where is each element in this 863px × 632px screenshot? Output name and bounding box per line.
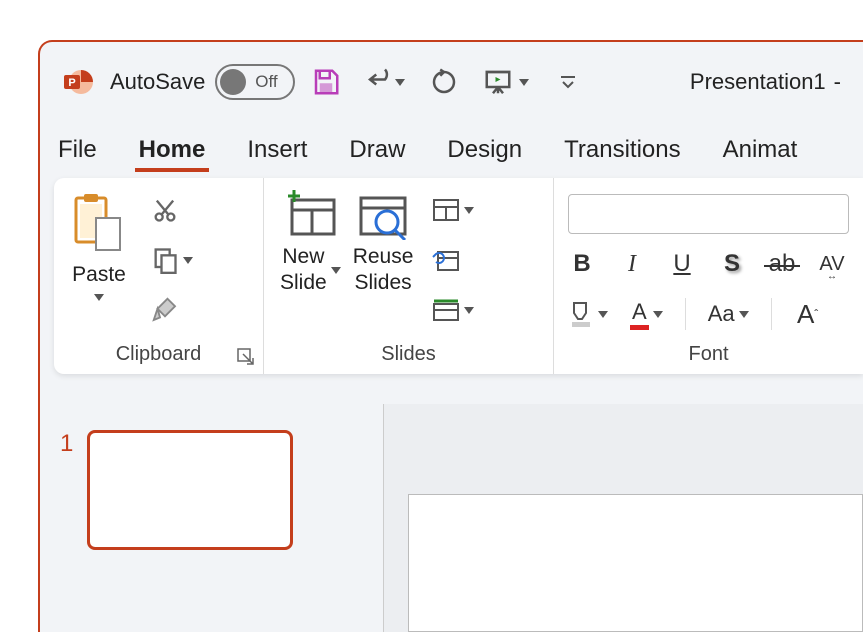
slide-number: 1 bbox=[60, 430, 73, 458]
layout-button[interactable] bbox=[423, 190, 483, 230]
autosave-label: AutoSave bbox=[110, 69, 205, 95]
reuse-slides-button[interactable]: Reuse Slides bbox=[347, 186, 420, 301]
document-title[interactable]: Presentation1 - bbox=[690, 69, 841, 95]
group-clipboard: Paste Clipboard bbox=[54, 178, 264, 374]
highlight-icon bbox=[568, 299, 594, 329]
autosave-state: Off bbox=[246, 72, 290, 92]
new-slide-icon bbox=[282, 190, 338, 240]
new-slide-label: New Slide bbox=[280, 244, 327, 297]
bold-button[interactable]: B bbox=[568, 250, 596, 278]
title-bar: P AutoSave Off bbox=[40, 42, 863, 122]
char-spacing-button[interactable]: AV ↔ bbox=[818, 253, 846, 276]
tab-design[interactable]: Design bbox=[443, 130, 526, 172]
paste-label: Paste bbox=[72, 262, 126, 288]
font-group-label: Font bbox=[554, 339, 863, 374]
tab-home[interactable]: Home bbox=[135, 130, 210, 172]
section-button[interactable] bbox=[423, 290, 483, 330]
cut-button[interactable] bbox=[142, 190, 188, 230]
underline-button[interactable]: U bbox=[668, 250, 696, 278]
separator bbox=[771, 298, 772, 330]
save-button[interactable] bbox=[311, 67, 341, 97]
font-name-input[interactable] bbox=[568, 194, 849, 234]
reuse-slides-label: Reuse Slides bbox=[353, 244, 414, 297]
paste-button[interactable]: Paste bbox=[64, 186, 134, 305]
group-slides: New Slide Reuse Slides bbox=[264, 178, 554, 374]
autosave-control: AutoSave Off bbox=[110, 64, 295, 100]
present-dropdown-icon bbox=[519, 79, 529, 86]
tab-draw[interactable]: Draw bbox=[345, 130, 409, 172]
layout-dropdown-icon bbox=[464, 207, 474, 214]
slide-canvas-area bbox=[384, 404, 863, 632]
tab-transitions[interactable]: Transitions bbox=[560, 130, 684, 172]
slide-canvas[interactable] bbox=[408, 494, 863, 632]
slide-thumbnail-panel[interactable]: 1 bbox=[40, 404, 384, 632]
redo-button[interactable] bbox=[429, 67, 459, 97]
separator bbox=[685, 298, 686, 330]
case-dropdown-icon bbox=[739, 311, 749, 318]
svg-text:P: P bbox=[68, 77, 75, 89]
tab-insert[interactable]: Insert bbox=[243, 130, 311, 172]
customize-qat-button[interactable] bbox=[559, 73, 577, 91]
paintbrush-icon bbox=[150, 295, 180, 325]
undo-button[interactable] bbox=[365, 67, 405, 97]
undo-dropdown-icon bbox=[395, 79, 405, 86]
grow-font-button[interactable]: Aˆ bbox=[794, 299, 822, 330]
workspace: 1 bbox=[40, 404, 863, 632]
copy-button[interactable] bbox=[142, 240, 202, 280]
highlight-button[interactable] bbox=[568, 299, 608, 329]
paste-icon bbox=[70, 190, 128, 258]
section-dropdown-icon bbox=[464, 307, 474, 314]
autosave-toggle[interactable]: Off bbox=[215, 64, 295, 100]
copy-dropdown-icon bbox=[183, 257, 193, 264]
layout-icon bbox=[432, 198, 460, 222]
quick-access-toolbar bbox=[311, 67, 577, 97]
group-font: B I U S ab AV ↔ A bbox=[554, 178, 863, 374]
reset-button[interactable] bbox=[423, 240, 469, 280]
present-button[interactable] bbox=[483, 67, 529, 97]
ribbon-tabs: File Home Insert Draw Design Transitions… bbox=[40, 122, 863, 172]
clipboard-group-label: Clipboard bbox=[54, 339, 263, 374]
section-icon bbox=[432, 298, 460, 322]
new-slide-button[interactable]: New Slide bbox=[274, 186, 347, 301]
change-case-button[interactable]: Aa bbox=[708, 301, 749, 327]
reset-icon bbox=[432, 248, 460, 272]
shadow-button[interactable]: S bbox=[718, 250, 746, 278]
powerpoint-icon: P bbox=[62, 66, 94, 98]
highlight-dropdown-icon bbox=[598, 311, 608, 318]
tab-animations[interactable]: Animat bbox=[719, 130, 802, 172]
toggle-knob bbox=[220, 69, 246, 95]
format-painter-button[interactable] bbox=[142, 290, 188, 330]
strikethrough-button[interactable]: ab bbox=[768, 250, 796, 278]
paste-dropdown-icon[interactable] bbox=[94, 294, 104, 301]
title-separator: - bbox=[834, 69, 841, 95]
tab-file[interactable]: File bbox=[54, 130, 101, 172]
scissors-icon bbox=[151, 196, 179, 224]
font-color-button[interactable]: A bbox=[630, 299, 663, 330]
reuse-slides-icon bbox=[355, 190, 411, 240]
clipboard-dialog-launcher[interactable] bbox=[237, 348, 255, 366]
slides-group-label: Slides bbox=[264, 339, 553, 374]
app-window: P AutoSave Off bbox=[38, 40, 863, 632]
thumbnail-row: 1 bbox=[60, 430, 363, 550]
document-name: Presentation1 bbox=[690, 69, 826, 95]
font-color-dropdown-icon bbox=[653, 311, 663, 318]
new-slide-dropdown-icon bbox=[331, 267, 341, 274]
slide-thumbnail[interactable] bbox=[87, 430, 293, 550]
copy-icon bbox=[151, 246, 179, 274]
italic-button[interactable]: I bbox=[618, 251, 646, 278]
ribbon: Paste Clipboard bbox=[54, 178, 863, 374]
